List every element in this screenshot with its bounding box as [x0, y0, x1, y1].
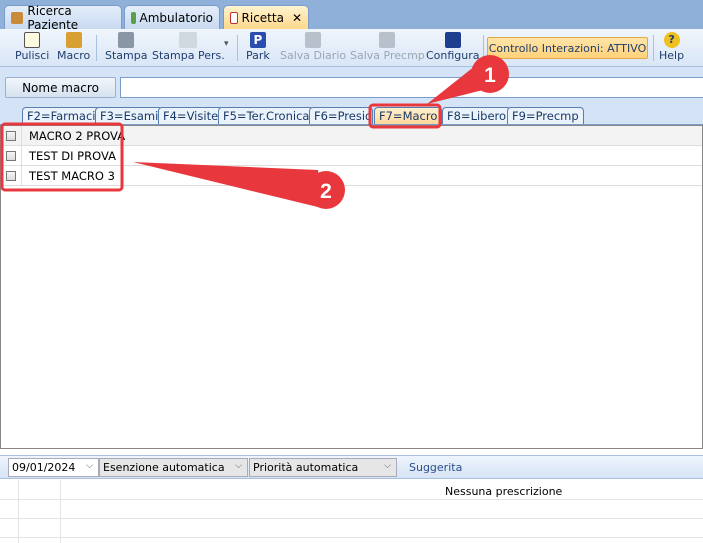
button-label: Salva Diario — [280, 49, 347, 62]
tab-label: Ricetta — [241, 10, 284, 25]
window-tab-strip: Ricerca Paziente Ambulatorio Ricetta ✕ — [0, 0, 703, 32]
configura-button[interactable]: Configura — [426, 32, 480, 62]
help-icon: ? — [663, 32, 680, 48]
tab-esami[interactable]: F3=Esami — [95, 107, 164, 124]
separator — [483, 35, 484, 61]
tab-macro[interactable]: F7=Macro — [374, 107, 443, 124]
button-label: Stampa — [105, 49, 148, 62]
macro-button[interactable]: Macro — [57, 32, 90, 62]
separator — [96, 35, 97, 61]
exemption-select[interactable]: Esenzione automatica ⌵ — [99, 458, 248, 477]
save-precmp-icon — [379, 32, 396, 48]
list-item[interactable]: TEST MACRO 3 — [1, 166, 702, 186]
checkbox[interactable] — [6, 170, 16, 181]
macro-list: MACRO 2 PROVA TEST DI PROVA TEST MACRO 3 — [0, 125, 703, 449]
patients-icon — [11, 11, 24, 24]
list-item[interactable]: TEST DI PROVA — [1, 146, 702, 166]
print-custom-icon — [179, 32, 198, 48]
tab-farmaci[interactable]: F2=Farmaci — [22, 107, 101, 124]
button-label: Help — [659, 49, 685, 62]
prescription-grid: Nessuna prescrizione — [0, 480, 703, 543]
tab-precmp[interactable]: F9=Precmp — [507, 107, 584, 124]
configure-icon — [444, 32, 461, 48]
exemption-value: Esenzione automatica — [103, 461, 225, 474]
checkbox[interactable] — [6, 150, 16, 161]
tab-ricerca-paziente[interactable]: Ricerca Paziente — [4, 3, 122, 32]
date-value: 09/01/2024 — [12, 461, 76, 474]
printer-icon — [118, 32, 135, 48]
separator — [653, 35, 654, 61]
macro-name-input[interactable] — [120, 77, 703, 98]
macro-label: TEST MACRO 3 — [29, 168, 115, 183]
interactions-control-button[interactable]: Controllo Interazioni: ATTIVO — [487, 37, 648, 59]
tab-ambulatorio[interactable]: Ambulatorio — [124, 5, 220, 29]
tab-label: Ambulatorio — [139, 10, 213, 25]
suggerita-button[interactable]: Suggerita — [409, 461, 462, 474]
stampa-button[interactable]: Stampa — [105, 32, 147, 62]
macro-icon — [65, 32, 82, 48]
nome-macro-button[interactable]: Nome macro — [5, 77, 116, 98]
book-icon — [131, 11, 136, 24]
button-label: Salva Precmp — [350, 49, 425, 62]
tab-presidi[interactable]: F6=Presidi — [309, 107, 373, 124]
macro-label: MACRO 2 PROVA — [29, 128, 126, 143]
button-label: Pulisci — [15, 49, 50, 62]
prescription-icon — [230, 11, 238, 24]
salva-diario-button[interactable]: Salva Diario — [280, 32, 346, 62]
tab-ter-cronica[interactable]: F5=Ter.Cronica — [218, 107, 315, 124]
park-icon: P — [249, 32, 266, 48]
function-tabs: F2=Farmaci F3=Esami F4=Visite F5=Ter.Cro… — [0, 98, 703, 125]
park-button[interactable]: P Park — [246, 32, 270, 62]
checkbox[interactable] — [6, 130, 16, 141]
stampa-pers-button[interactable]: Stampa Pers. — [152, 32, 225, 62]
tab-visite[interactable]: F4=Visite — [158, 107, 224, 124]
button-label: Stampa Pers. — [152, 49, 225, 62]
chevron-down-icon: ⌵ — [235, 461, 242, 471]
priority-select[interactable]: Priorità automatica ⌵ — [249, 458, 397, 477]
help-button[interactable]: ? Help — [659, 32, 684, 62]
new-icon — [24, 32, 41, 48]
tab-ricetta[interactable]: Ricetta ✕ — [223, 5, 309, 29]
chevron-down-icon: ⌵ — [86, 461, 93, 471]
list-item[interactable]: MACRO 2 PROVA — [1, 126, 702, 146]
salva-precmp-button[interactable]: Salva Precmp — [350, 32, 425, 62]
pulisci-button[interactable]: Pulisci — [15, 32, 49, 62]
close-tab-icon[interactable]: ✕ — [292, 11, 302, 25]
tab-libero[interactable]: F8=Libero — [442, 107, 512, 124]
button-label: Configura — [426, 49, 480, 62]
tab-label: Ricerca Paziente — [27, 3, 79, 32]
button-label: Macro — [57, 49, 91, 62]
chevron-down-icon: ⌵ — [384, 461, 391, 471]
stampa-dropdown-icon[interactable]: ▾ — [224, 39, 229, 49]
priority-value: Priorità automatica — [253, 461, 359, 474]
empty-message: Nessuna prescrizione — [445, 485, 563, 498]
button-label: Park — [246, 49, 270, 62]
diary-icon — [305, 32, 322, 48]
macro-label: TEST DI PROVA — [29, 148, 116, 163]
date-select[interactable]: 09/01/2024 ⌵ — [8, 458, 99, 477]
separator — [237, 35, 238, 61]
